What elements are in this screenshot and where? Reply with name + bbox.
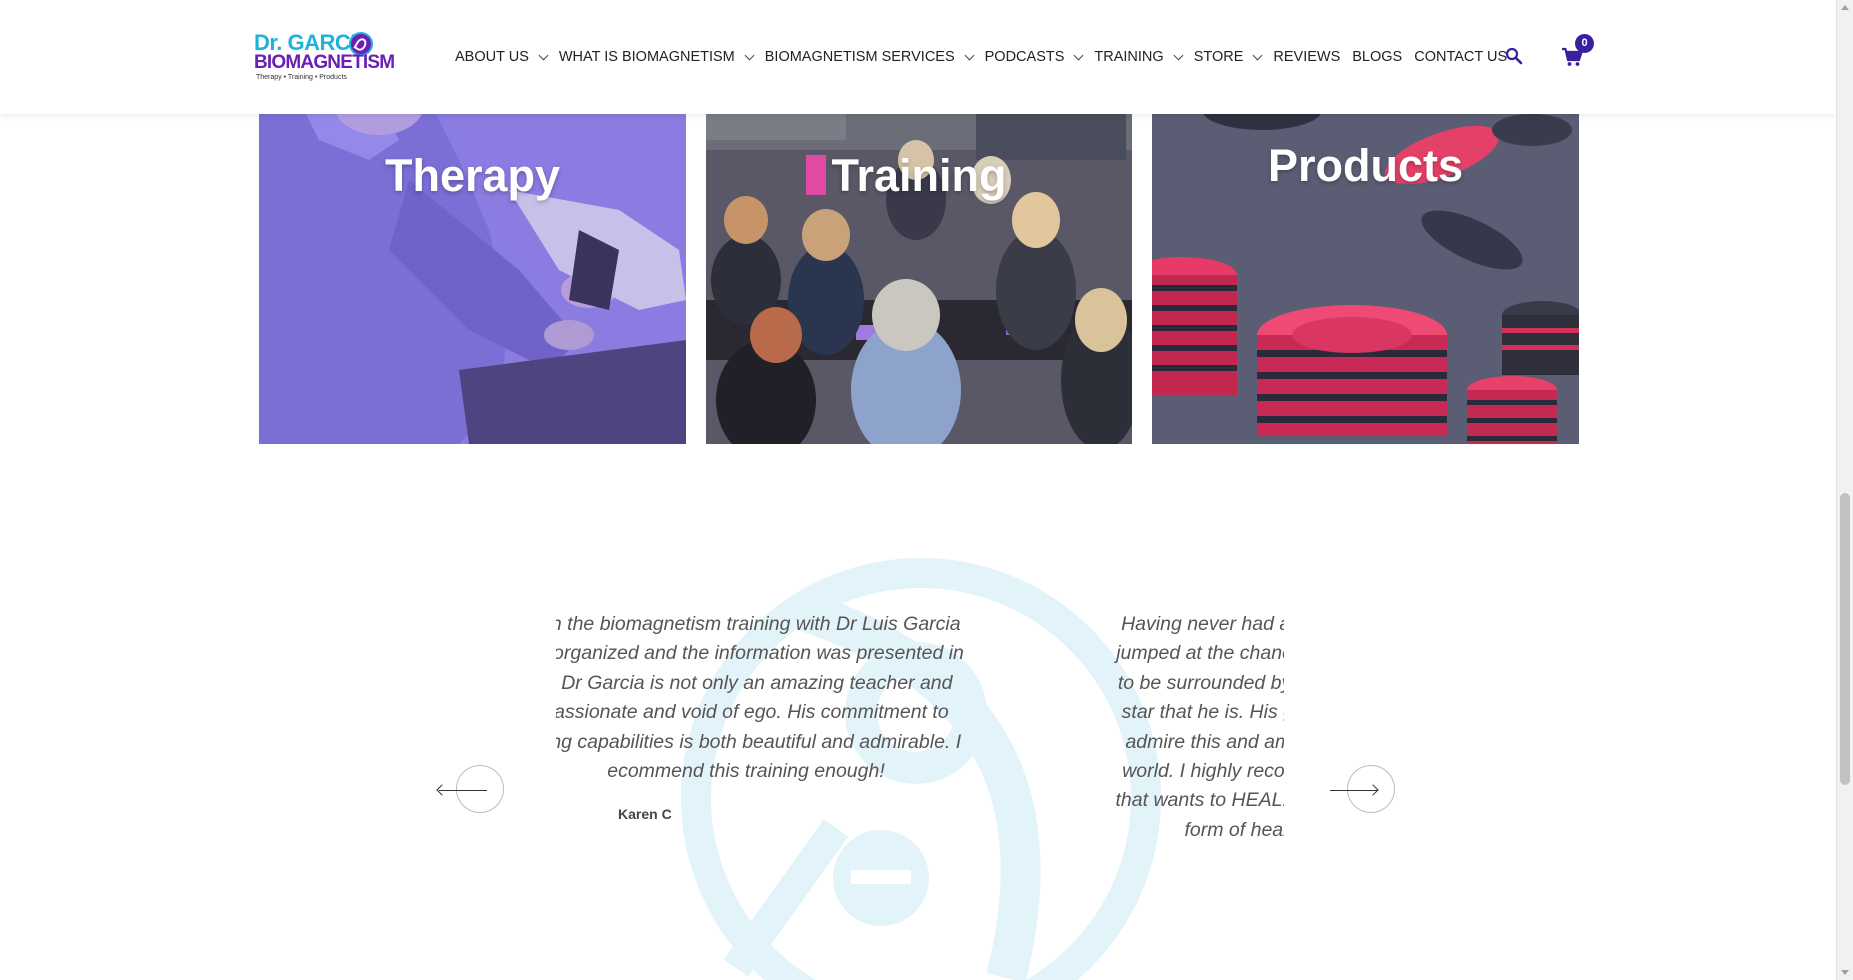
testimonial-line: aling capabilities is both beautiful and… [556, 730, 962, 753]
testimonial-slide: Having never had a Bioma jumped at the c… [1016, 610, 1285, 845]
nav-biomagnetism-services[interactable]: BIOMAGNETISM SERVICES [764, 49, 975, 65]
arrow-right-head [1367, 784, 1379, 796]
chevron-down-icon [744, 50, 755, 60]
scrollbar-thumb[interactable] [1840, 493, 1850, 785]
chevron-down-icon [1173, 50, 1184, 60]
testimonial-text: vith the biomagnetism training with Dr L… [556, 610, 966, 786]
testimonial-slide: vith the biomagnetism training with Dr L… [556, 610, 966, 822]
cart-count-badge: 0 [1575, 34, 1594, 53]
page-scrollbar[interactable] [1836, 0, 1853, 980]
nav-store[interactable]: STORE [1193, 49, 1263, 65]
site-logo[interactable]: Dr. GARCIA BIOMAGNETISM Therapy • Traini… [254, 31, 395, 83]
nav-about-us[interactable]: ABOUT US [455, 49, 549, 65]
testimonial-line: form of heal [1184, 818, 1284, 841]
testimonial-line: to be surrounded by his tea [1117, 671, 1284, 694]
site-header: Dr. GARCIA BIOMAGNETISM Therapy • Traini… [0, 0, 1836, 114]
testimonial-slider: vith the biomagnetism training with Dr L… [556, 610, 1284, 860]
nav-reviews[interactable]: REVIEWS [1273, 49, 1340, 65]
chevron-down-icon [538, 50, 549, 60]
card-therapy[interactable]: Therapy [259, 100, 686, 444]
logo-tagline: Therapy • Training • Products [256, 74, 347, 81]
nav-label: REVIEWS [1273, 49, 1341, 65]
testimonial-line: admire this and am gratef [1125, 730, 1284, 753]
nav-label: WHAT IS BIOMAGNETISM [558, 49, 735, 65]
testimonial-line: Having never had a Bioma [1121, 613, 1284, 635]
testimonial-line: world. I highly recommend [1122, 760, 1284, 783]
nav-training[interactable]: TRAINING [1094, 49, 1184, 65]
chevron-down-icon [964, 50, 975, 60]
nav-label: PODCASTS [984, 49, 1065, 65]
card-products[interactable]: Products [1152, 100, 1579, 444]
testimonial-author: Karen C [618, 806, 672, 823]
scroll-down-arrow-icon[interactable] [1841, 970, 1849, 975]
chevron-down-icon [1073, 50, 1084, 60]
nav-what-is-biomagnetism[interactable]: WHAT IS BIOMAGNETISM [558, 49, 755, 65]
testimonial-line: jumped at the chance to lea [1116, 642, 1284, 665]
testimonial-prev-button[interactable] [436, 765, 504, 813]
nav-label: ABOUT US [455, 49, 529, 65]
nav-label: STORE [1193, 49, 1244, 65]
testimonial-line: star that he is. His goal is t [1121, 701, 1284, 724]
scroll-up-arrow-icon[interactable] [1841, 5, 1849, 10]
logo-line2: BIOMAGNETISM [254, 52, 395, 73]
card-training[interactable]: Training [706, 100, 1132, 444]
card-title: Therapy [384, 150, 561, 201]
arrow-left-head [436, 784, 448, 796]
nav-label: CONTACT US [1414, 49, 1508, 65]
testimonial-line: vith the biomagnetism training with Dr L… [556, 613, 961, 635]
main-nav: ABOUT US WHAT IS BIOMAGNETISM BIOMAGNETI… [455, 47, 1519, 67]
testimonial-line: that wants to HEAL. Take th [1115, 789, 1285, 812]
nav-contact-us[interactable]: CONTACT US [1414, 49, 1507, 65]
nav-label: TRAINING [1094, 49, 1164, 65]
nav-blogs[interactable]: BLOGS [1352, 49, 1402, 65]
nav-label: BLOGS [1352, 49, 1403, 65]
testimonial-text: Having never had a Bioma jumped at the c… [1016, 610, 1285, 845]
nav-label: BIOMAGNETISM SERVICES [764, 49, 955, 65]
search-icon[interactable] [1505, 47, 1523, 65]
testimonial-line: ell organized and the information was pr… [556, 642, 964, 665]
testimonial-next-button[interactable] [1330, 765, 1395, 813]
page: Dr. GARCIA BIOMAGNETISM Therapy • Traini… [0, 0, 1836, 980]
nav-podcasts[interactable]: PODCASTS [984, 49, 1084, 65]
chevron-down-icon [1252, 50, 1263, 60]
testimonial-line: n. Dr Garcia is not only an amazing teac… [556, 671, 953, 694]
testimonial-line: ecommend this training enough! [607, 760, 885, 783]
card-title: Products [1267, 140, 1464, 191]
card-title: Training [831, 150, 1007, 201]
testimonial-line: passionate and void of ego. His commitme… [556, 701, 949, 724]
